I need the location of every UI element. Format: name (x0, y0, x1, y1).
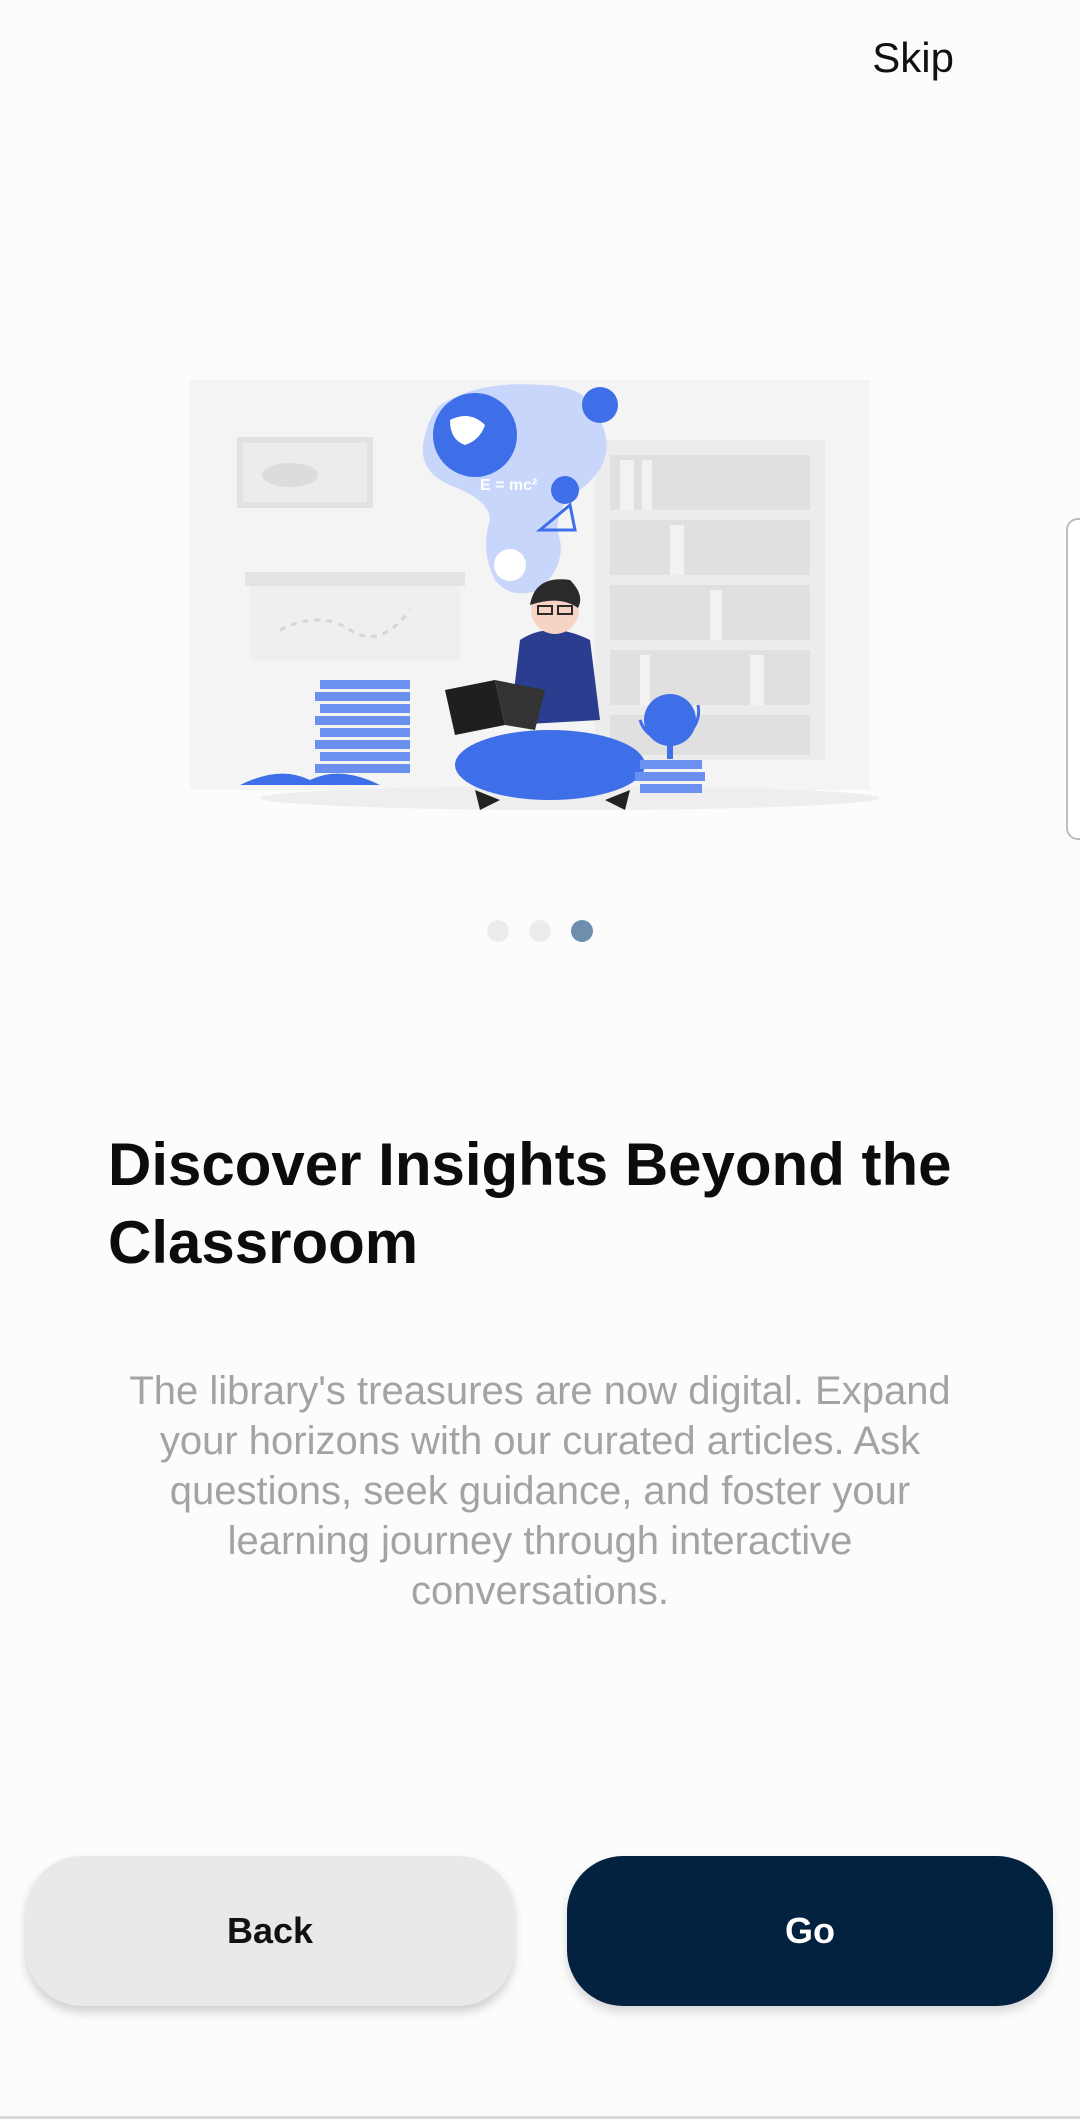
skip-button[interactable]: Skip (866, 30, 960, 86)
formula-text: E = mc² (480, 477, 537, 494)
pager-dot-2[interactable] (529, 920, 551, 942)
slide-description: The library's treasures are now digital.… (129, 1369, 951, 1613)
pager-dot-1[interactable] (487, 920, 509, 942)
student-reading-illustration: E = mc² (150, 380, 910, 830)
side-drag-handle[interactable] (1066, 518, 1080, 840)
back-button[interactable]: Back (26, 1856, 514, 2006)
pager-dot-3-active[interactable] (571, 920, 593, 942)
slide-title: Discover Insights Beyond the Classroom (108, 1131, 952, 1276)
go-button[interactable]: Go (567, 1856, 1053, 2006)
pager-indicator (0, 920, 1080, 942)
